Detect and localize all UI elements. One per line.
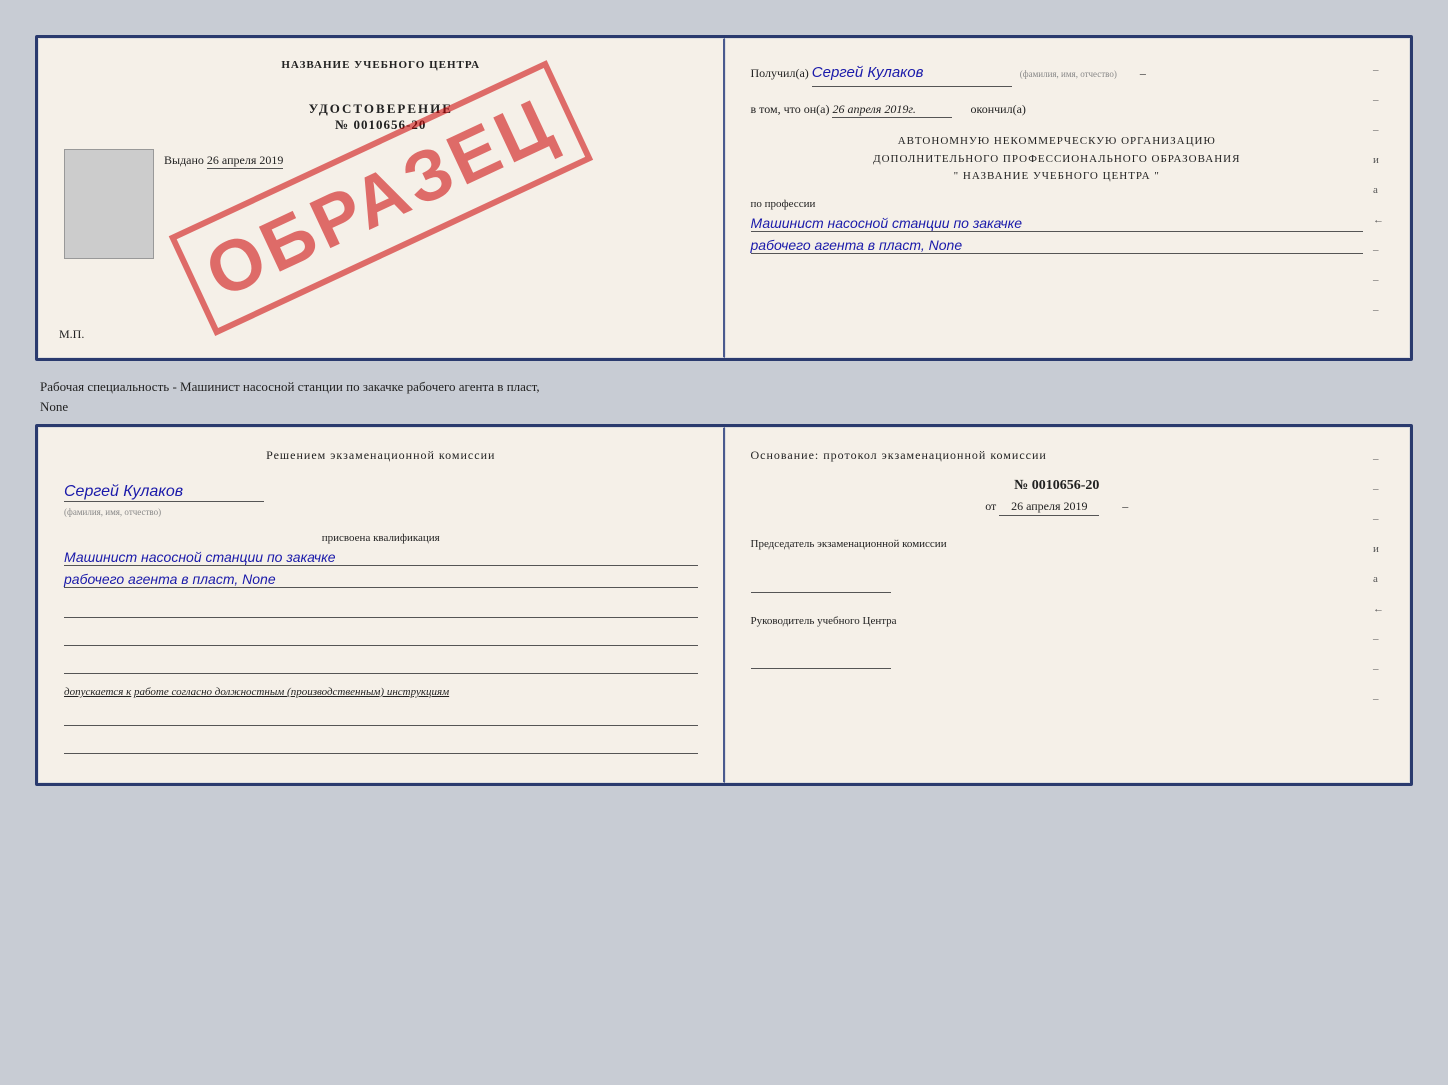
dash-1: – bbox=[1140, 66, 1146, 80]
допускается-text: допускается к работе согласно должностны… bbox=[64, 684, 698, 701]
issued-label: Выдано bbox=[164, 153, 204, 167]
qualification-line-2: рабочего агента в пласт, None bbox=[64, 571, 698, 588]
person-name-line: Сергей Кулаков (фамилия, имя, отчество) bbox=[64, 483, 698, 520]
right-side-chars: – – – и а ← – – – bbox=[1373, 59, 1384, 316]
middle-text: Рабочая специальность - Машинист насосно… bbox=[35, 369, 1413, 424]
chairman-title: Председатель экзаменационной комиссии bbox=[751, 536, 1364, 553]
person-sublabel: (фамилия, имя, отчество) bbox=[64, 507, 161, 517]
cert-right-page-2: Основание: протокол экзаменационной коми… bbox=[725, 427, 1411, 783]
rukovoditel-sig-line bbox=[751, 649, 891, 669]
osnov-title: Основание: протокол экзаменационной коми… bbox=[751, 448, 1364, 463]
protocol-date-prefix: от bbox=[985, 499, 996, 513]
date-line: в том, что он(а) 26 апреля 2019г. окончи… bbox=[751, 102, 1364, 118]
dash-right: – bbox=[1122, 499, 1128, 513]
signature-lines bbox=[64, 598, 698, 674]
cert-right-page-1: Получил(а) Сергей Кулаков (фамилия, имя,… bbox=[725, 38, 1411, 358]
recipient-line: Получил(а) Сергей Кулаков (фамилия, имя,… bbox=[751, 59, 1364, 87]
допускается-prefix: допускается к bbox=[64, 686, 131, 698]
middle-text-line1: Рабочая специальность - Машинист насосно… bbox=[40, 377, 1408, 397]
org-block: АВТОНОМНУЮ НЕКОММЕРЧЕСКУЮ ОРГАНИЗАЦИЮ ДО… bbox=[751, 133, 1364, 186]
cert-book-2: Решением экзаменационной комиссии Сергей… bbox=[35, 424, 1413, 786]
date-value: 26 апреля 2019г. bbox=[832, 102, 952, 118]
school-name-top: НАЗВАНИЕ УЧЕБНОГО ЦЕНТРА bbox=[64, 59, 698, 71]
sig-line-4 bbox=[64, 706, 698, 726]
issue-date: Выдано 26 апреля 2019 bbox=[64, 153, 698, 168]
cert-book-1: НАЗВАНИЕ УЧЕБНОГО ЦЕНТРА УДОСТОВЕРЕНИЕ №… bbox=[35, 35, 1413, 361]
profession-line-1: Машинист насосной станции по закачке bbox=[751, 215, 1364, 232]
cert-title: УДОСТОВЕРЕНИЕ bbox=[64, 101, 698, 117]
sig-line-2 bbox=[64, 626, 698, 646]
photo-placeholder bbox=[64, 149, 154, 259]
protocol-date: от 26 апреля 2019 – bbox=[751, 499, 1364, 516]
recipient-label: Получил(а) bbox=[751, 66, 809, 80]
org-line-3: " НАЗВАНИЕ УЧЕБНОГО ЦЕНТРА " bbox=[751, 168, 1364, 186]
person-name: Сергей Кулаков bbox=[64, 483, 264, 502]
org-line-1: АВТОНОМНУЮ НЕКОММЕРЧЕСКУЮ ОРГАНИЗАЦИЮ bbox=[751, 133, 1364, 151]
profession-line-2: рабочего агента в пласт, None bbox=[751, 237, 1364, 254]
qualification-line-1: Машинист насосной станции по закачке bbox=[64, 549, 698, 566]
cert-number: № 0010656-20 bbox=[64, 117, 698, 133]
recipient-sublabel: (фамилия, имя, отчество) bbox=[1020, 69, 1117, 79]
assigned-text: присвоена квалификация bbox=[64, 532, 698, 544]
cert-left-page-1: НАЗВАНИЕ УЧЕБНОГО ЦЕНТРА УДОСТОВЕРЕНИЕ №… bbox=[38, 38, 725, 358]
rukovoditel-block: Руководитель учебного Центра bbox=[751, 613, 1364, 670]
chairman-block: Председатель экзаменационной комиссии bbox=[751, 536, 1364, 593]
commission-title: Решением экзаменационной комиссии bbox=[64, 448, 698, 463]
profession-label: по профессии bbox=[751, 198, 1364, 210]
middle-text-line2: None bbox=[40, 397, 1408, 417]
rukovoditel-title: Руководитель учебного Центра bbox=[751, 613, 1364, 630]
protocol-number: № 0010656-20 bbox=[751, 478, 1364, 494]
issued-date-value: 26 апреля 2019 bbox=[207, 153, 283, 169]
recipient-name: Сергей Кулаков bbox=[812, 59, 1012, 87]
sig-line-1 bbox=[64, 598, 698, 618]
finished-label: окончил(а) bbox=[970, 102, 1025, 116]
sig-line-5 bbox=[64, 734, 698, 754]
protocol-date-value: 26 апреля 2019 bbox=[999, 499, 1099, 516]
sig-line-3 bbox=[64, 654, 698, 674]
cert-left-page-2: Решением экзаменационной комиссии Сергей… bbox=[38, 427, 725, 783]
date-label: в том, что он(а) bbox=[751, 102, 830, 116]
chairman-sig-line bbox=[751, 573, 891, 593]
org-line-2: ДОПОЛНИТЕЛЬНОГО ПРОФЕССИОНАЛЬНОГО ОБРАЗО… bbox=[751, 151, 1364, 169]
mp-label: М.П. bbox=[59, 327, 84, 342]
bottom-lines-2 bbox=[64, 706, 698, 754]
right-side-chars-2: – – – и а ← – – – bbox=[1373, 448, 1384, 705]
допускается-value: работе согласно должностным (производств… bbox=[134, 686, 449, 698]
page-wrapper: НАЗВАНИЕ УЧЕБНОГО ЦЕНТРА УДОСТОВЕРЕНИЕ №… bbox=[20, 20, 1428, 809]
